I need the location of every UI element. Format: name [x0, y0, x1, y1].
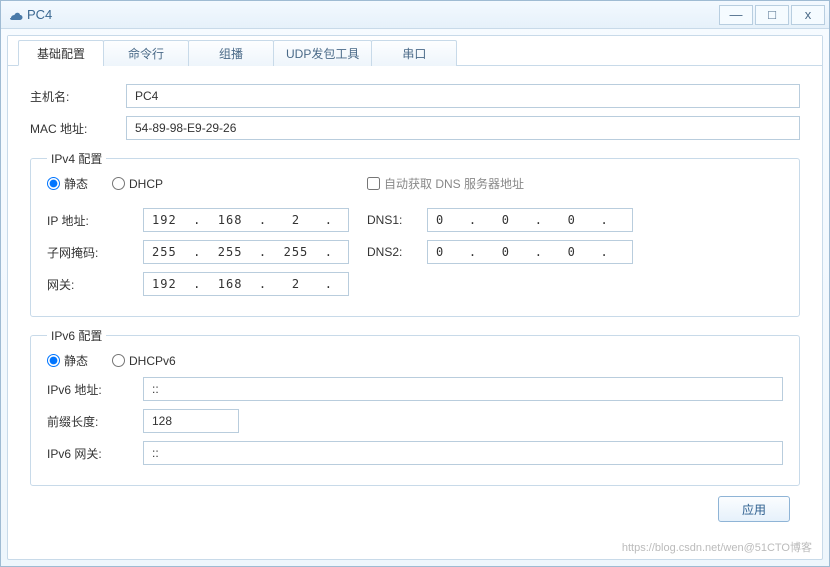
radio-ipv4-static-label: 静态 — [64, 175, 88, 192]
tab-strip: 基础配置 命令行 组播 UDP发包工具 串口 — [8, 36, 822, 66]
label-ipv6gw: IPv6 网关: — [47, 445, 143, 462]
row-ip: IP 地址: — [47, 208, 367, 232]
radio-ipv4-dhcp-input[interactable] — [112, 177, 125, 190]
radio-ipv6-static-input[interactable] — [47, 354, 60, 367]
checkbox-autodns-input[interactable] — [367, 177, 380, 190]
radio-ipv4-dhcp-label: DHCP — [129, 177, 163, 191]
dns1-input[interactable] — [427, 208, 633, 232]
mask-input[interactable] — [143, 240, 349, 264]
gateway-input[interactable] — [143, 272, 349, 296]
radio-ipv6-dhcpv6[interactable]: DHCPv6 — [112, 354, 176, 368]
ipv6addr-input[interactable] — [143, 377, 783, 401]
checkbox-autodns-label: 自动获取 DNS 服务器地址 — [384, 175, 524, 192]
ipv4-legend: IPv4 配置 — [47, 150, 106, 167]
row-dns2: DNS2: — [367, 240, 783, 264]
form-area: 主机名: MAC 地址: IPv4 配置 静态 — [8, 66, 822, 559]
window-buttons: — □ x — [717, 5, 825, 25]
row-mask: 子网掩码: — [47, 240, 367, 264]
ipv6-fieldset: IPv6 配置 静态 DHCPv6 IPv6 地址: 前缀长 — [30, 327, 800, 486]
tab-serial[interactable]: 串口 — [371, 40, 457, 66]
ipv4-mode-row: 静态 DHCP 自动获取 DNS 服务器地址 — [47, 175, 783, 192]
ip-input[interactable] — [143, 208, 349, 232]
maximize-button[interactable]: □ — [755, 5, 789, 25]
row-gateway: 网关: — [47, 272, 367, 296]
ipv6gw-input[interactable] — [143, 441, 783, 465]
radio-ipv6-static[interactable]: 静态 — [47, 352, 88, 369]
label-ip: IP 地址: — [47, 212, 143, 229]
client-area: 基础配置 命令行 组播 UDP发包工具 串口 主机名: MAC 地址: IPv4… — [7, 35, 823, 560]
apply-button[interactable]: 应用 — [718, 496, 790, 522]
label-prefix: 前缀长度: — [47, 413, 143, 430]
minimize-button[interactable]: — — [719, 5, 753, 25]
label-mask: 子网掩码: — [47, 244, 143, 261]
tab-mcast[interactable]: 组播 — [188, 40, 274, 66]
window-title: PC4 — [27, 7, 717, 22]
label-mac: MAC 地址: — [30, 120, 126, 137]
row-hostname: 主机名: — [30, 84, 800, 108]
ipv4-fieldset: IPv4 配置 静态 DHCP — [30, 150, 800, 317]
label-dns2: DNS2: — [367, 245, 427, 259]
row-prefix: 前缀长度: — [47, 409, 783, 433]
ipv6-legend: IPv6 配置 — [47, 327, 106, 344]
tab-cli[interactable]: 命令行 — [103, 40, 189, 66]
row-mac: MAC 地址: — [30, 116, 800, 140]
titlebar: PC4 — □ x — [1, 1, 829, 29]
radio-ipv4-static[interactable]: 静态 — [47, 175, 88, 192]
radio-ipv6-dhcpv6-input[interactable] — [112, 354, 125, 367]
app-icon — [7, 7, 23, 23]
row-ipv6gw: IPv6 网关: — [47, 441, 783, 465]
footer: 应用 — [30, 492, 800, 526]
mac-input[interactable] — [126, 116, 800, 140]
close-button[interactable]: x — [791, 5, 825, 25]
label-ipv6addr: IPv6 地址: — [47, 381, 143, 398]
tab-basic[interactable]: 基础配置 — [18, 40, 104, 66]
tab-udp[interactable]: UDP发包工具 — [273, 40, 372, 66]
label-gateway: 网关: — [47, 276, 143, 293]
dns2-input[interactable] — [427, 240, 633, 264]
watermark-text: https://blog.csdn.net/wen@51CTO博客 — [622, 539, 812, 555]
checkbox-autodns[interactable]: 自动获取 DNS 服务器地址 — [367, 175, 783, 192]
radio-ipv6-dhcpv6-label: DHCPv6 — [129, 354, 176, 368]
hostname-input[interactable] — [126, 84, 800, 108]
row-ipv6addr: IPv6 地址: — [47, 377, 783, 401]
radio-ipv4-dhcp[interactable]: DHCP — [112, 177, 163, 191]
prefix-input[interactable] — [143, 409, 239, 433]
radio-ipv6-static-label: 静态 — [64, 352, 88, 369]
row-dns1: DNS1: — [367, 208, 783, 232]
radio-ipv4-static-input[interactable] — [47, 177, 60, 190]
label-hostname: 主机名: — [30, 88, 126, 105]
label-dns1: DNS1: — [367, 213, 427, 227]
app-window: PC4 — □ x 基础配置 命令行 组播 UDP发包工具 串口 主机名: MA… — [0, 0, 830, 567]
